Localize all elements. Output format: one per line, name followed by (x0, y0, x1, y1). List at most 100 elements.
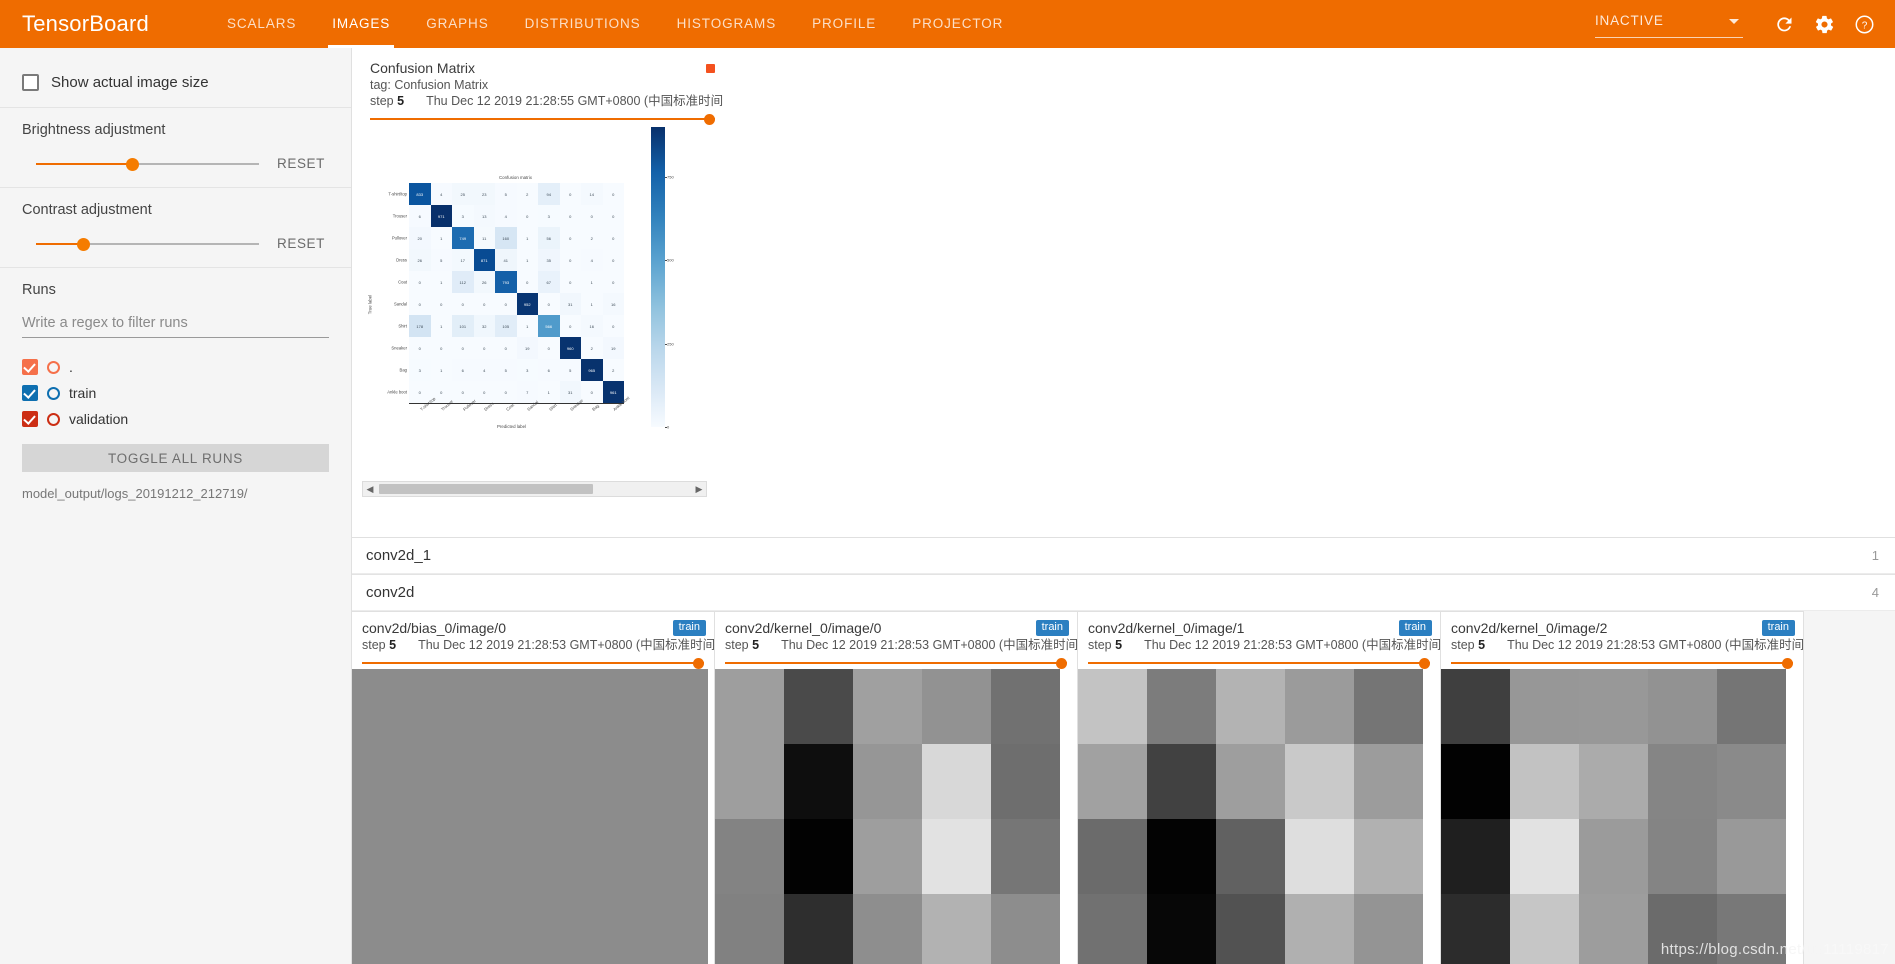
brightness-reset-button[interactable]: RESET (277, 156, 329, 171)
image-card-timestamp: Thu Dec 12 2019 21:28:53 GMT+0800 (中国标准时… (781, 638, 1078, 652)
runs-filter-input[interactable] (22, 312, 329, 338)
page-layout: Show actual image size Brightness adjust… (0, 48, 1895, 964)
confusion-step-slider[interactable] (370, 113, 715, 125)
tab-profile[interactable]: PROFILE (794, 0, 894, 48)
confusion-cell: 6 (452, 359, 474, 381)
run-badge: train (1761, 620, 1795, 636)
run-checkbox-train[interactable] (22, 385, 38, 401)
hscroll-thumb[interactable] (379, 484, 594, 494)
image-card-step-slider[interactable] (362, 657, 704, 669)
image-card-step-label: step (1451, 638, 1479, 652)
image-card-step-row: step 5 Thu Dec 12 2019 21:28:53 GMT+0800 … (1088, 637, 1440, 654)
help-circle-icon[interactable]: ? (1847, 7, 1881, 41)
refresh-icon[interactable] (1767, 7, 1801, 41)
image-card-confusion-matrix: Confusion Matrix tag: Confusion Matrix s… (362, 56, 723, 498)
confusion-cell: 26 (473, 271, 495, 293)
image-card-step-slider[interactable] (1088, 657, 1430, 669)
confusion-cell: 0 (602, 183, 624, 205)
confusion-cell: 3 (538, 205, 560, 227)
confusion-cell: 1 (516, 249, 538, 271)
kernel-cell (1078, 819, 1148, 894)
confusion-y-tick: Dress (396, 257, 407, 263)
hscroll-left-arrow[interactable]: ◀ (363, 482, 377, 496)
confusion-cell: 0 (602, 315, 624, 337)
brightness-slider[interactable] (36, 157, 259, 171)
brightness-slider-knob[interactable] (125, 157, 139, 171)
confusion-cell: 0 (559, 271, 581, 293)
image-card-step-value: 5 (1115, 638, 1123, 652)
image-card-step-label: step (362, 638, 390, 652)
image-card-step-slider[interactable] (1451, 657, 1793, 669)
image-card: train conv2d/kernel_0/image/1 step 5 Thu De… (1077, 611, 1441, 964)
kernel-cell (853, 894, 923, 964)
image-card-step-slider-knob[interactable] (1419, 658, 1430, 669)
kernel-cell (352, 669, 708, 964)
svg-text:?: ? (1861, 20, 1867, 31)
gear-icon[interactable] (1807, 7, 1841, 41)
run-checkbox-validation[interactable] (22, 411, 38, 427)
hscroll-track[interactable] (377, 482, 692, 496)
confusion-cell: 35 (538, 249, 560, 271)
image-card-step-slider[interactable] (725, 657, 1067, 669)
confusion-cell: 0 (538, 337, 560, 359)
category-name-conv2d: conv2d (366, 584, 415, 601)
confusion-cell: 2 (581, 337, 603, 359)
image-card-step-slider-knob[interactable] (1782, 658, 1793, 669)
confusion-card-step-row: step 5 Thu Dec 12 2019 21:28:55 GMT+0800… (370, 93, 723, 110)
show-actual-image-size-checkbox[interactable] (22, 74, 39, 91)
run-item-train[interactable]: train (22, 380, 329, 406)
run-label-train: train (69, 385, 97, 401)
top-bar-actions: INACTIVE ? (1595, 0, 1881, 48)
tab-scalars[interactable]: SCALARS (209, 0, 314, 48)
confusion-cell: 0 (430, 337, 452, 359)
tab-images[interactable]: IMAGES (314, 0, 408, 48)
confusion-cell: 19 (602, 337, 624, 359)
category-count-conv2d-1: 1 (1871, 548, 1879, 563)
kernel-cell (1441, 894, 1511, 964)
run-item-dot[interactable]: . (22, 354, 329, 380)
category-header-conv2d-1[interactable]: conv2d_1 1 (352, 538, 1895, 574)
tab-distributions[interactable]: DISTRIBUTIONS (507, 0, 659, 48)
run-label-dot: . (69, 359, 73, 375)
confusion-cell: 105 (495, 315, 517, 337)
run-checkbox-dot[interactable] (22, 359, 38, 375)
confusion-cell: 4 (495, 205, 517, 227)
confusion-cell: 1 (581, 293, 603, 315)
kernel-cell (1510, 744, 1580, 819)
tab-histograms[interactable]: HISTOGRAMS (659, 0, 795, 48)
category-header-conv2d[interactable]: conv2d 4 (352, 575, 1895, 611)
confusion-cell: 4 (581, 249, 603, 271)
confusion-cell: 4 (473, 359, 495, 381)
contrast-slider[interactable] (36, 237, 259, 251)
image-card-timestamp: Thu Dec 12 2019 21:28:53 GMT+0800 (中国标准时… (1507, 638, 1804, 652)
pinned-dot-badge[interactable] (706, 64, 715, 73)
confusion-cell: 5 (559, 359, 581, 381)
confusion-cell: 0 (559, 183, 581, 205)
image-card-hscrollbar[interactable]: ◀ ▶ (362, 481, 707, 497)
confusion-cell: 1 (538, 381, 560, 403)
toggle-all-runs-button[interactable]: TOGGLE ALL RUNS (22, 444, 329, 472)
confusion-timestamp: Thu Dec 12 2019 21:28:55 GMT+0800 (中国标准时… (426, 94, 723, 108)
contrast-slider-knob[interactable] (76, 237, 90, 251)
tab-projector[interactable]: PROJECTOR (894, 0, 1021, 48)
kernel-cell (715, 669, 785, 744)
chevron-down-icon (1729, 19, 1739, 24)
brightness-section: Brightness adjustment RESET (0, 108, 351, 188)
image-card-step-slider-knob[interactable] (1056, 658, 1067, 669)
confusion-step-slider-knob[interactable] (704, 114, 715, 125)
confusion-cell: 16 (602, 293, 624, 315)
run-item-validation[interactable]: validation (22, 406, 329, 432)
kernel-cell (1078, 669, 1148, 744)
show-actual-image-size-row[interactable]: Show actual image size (22, 64, 329, 91)
confusion-cell: 26 (409, 249, 431, 271)
contrast-reset-button[interactable]: RESET (277, 236, 329, 251)
contrast-section: Contrast adjustment RESET (0, 188, 351, 268)
status-dropdown[interactable]: INACTIVE (1595, 7, 1743, 41)
category-count-conv2d: 4 (1871, 585, 1879, 600)
confusion-cell: 5 (495, 359, 517, 381)
kernel-cell (853, 819, 923, 894)
hscroll-right-arrow[interactable]: ▶ (692, 482, 706, 496)
kernel-cell (784, 669, 854, 744)
image-card-step-slider-knob[interactable] (693, 658, 704, 669)
tab-graphs[interactable]: GRAPHS (408, 0, 506, 48)
